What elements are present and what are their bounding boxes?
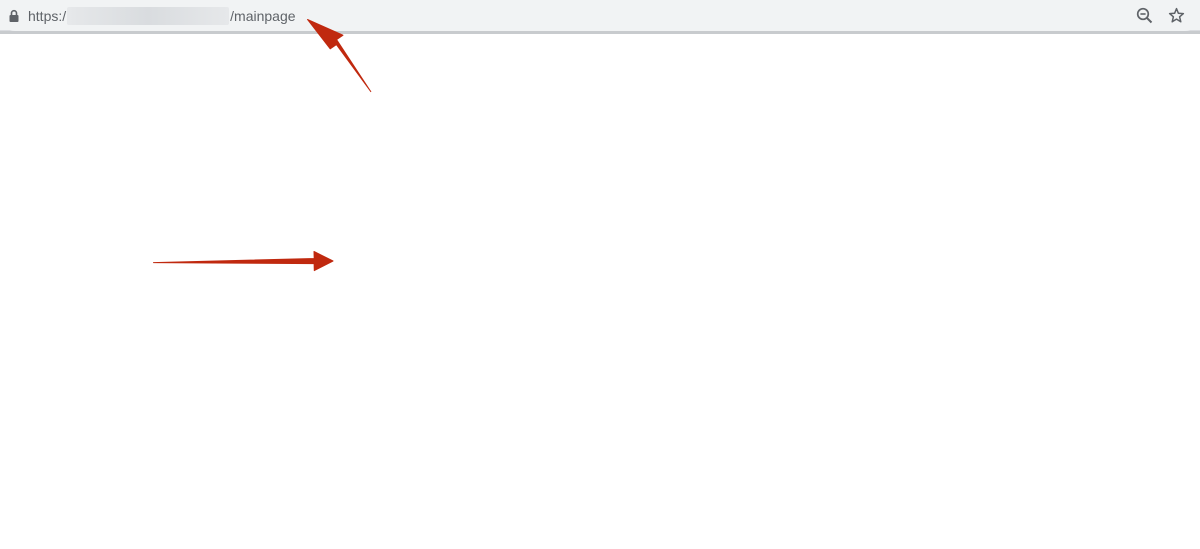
redacted-domain — [67, 7, 230, 25]
zoom-out-icon[interactable] — [1136, 7, 1153, 24]
url-scheme: https:/ — [28, 8, 67, 24]
url-path: /mainpage — [230, 8, 296, 24]
browser-window: https:/ /mainpage — [0, 0, 1200, 549]
url-text[interactable]: https:/ /mainpage — [28, 6, 296, 26]
lock-icon[interactable] — [8, 9, 20, 23]
address-bar[interactable]: https:/ /mainpage — [0, 0, 1200, 31]
star-icon[interactable] — [1168, 7, 1185, 24]
page-content-blank — [0, 34, 1200, 549]
